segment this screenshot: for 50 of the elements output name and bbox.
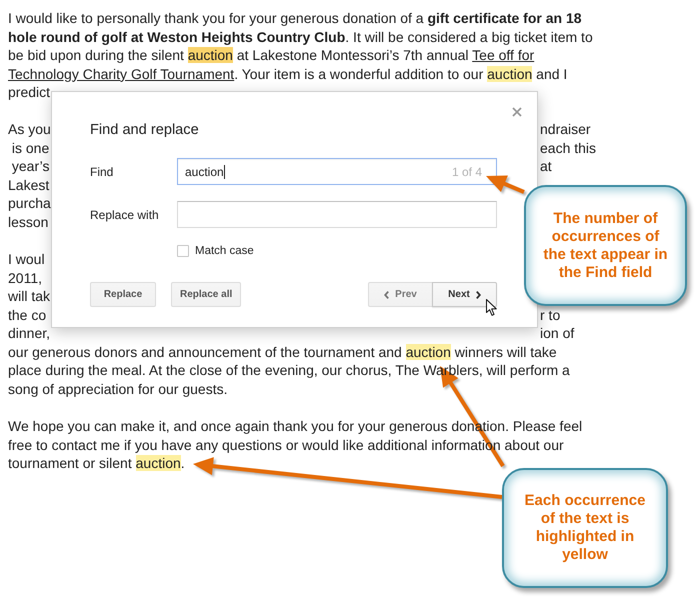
text-line: I woul [8, 250, 45, 269]
text-line: at [540, 157, 552, 176]
chevron-left-icon [384, 290, 390, 298]
field-label: Replace with [90, 208, 159, 222]
search-match-highlight: auction [487, 66, 532, 82]
match-count: 1 of 4 [452, 164, 482, 178]
text-line: I would like to personally thank you for your generous donation of a gift certificate for an 18 [8, 9, 582, 28]
search-match-highlight: auction [406, 344, 451, 360]
text-line: predict [8, 83, 50, 102]
callout: Each occurrence of the text is highlighted in yellow [502, 468, 668, 588]
callout: The number of occurrences of the text appear in the Find field [524, 185, 687, 306]
text-line: dinner, [8, 324, 50, 343]
text-line: ndraiser [540, 120, 591, 139]
text-line: 2011, [8, 268, 42, 288]
search-match-highlight: auction [136, 455, 181, 472]
checkbox[interactable] [177, 245, 189, 257]
mouse-pointer-icon [486, 299, 497, 316]
text-line: Lakest [8, 176, 50, 194]
text-cursor-icon [224, 164, 225, 178]
link[interactable]: Technology Charity Golf Tournament [8, 66, 234, 82]
chevron-right-icon [476, 290, 481, 298]
close-icon[interactable] [512, 107, 522, 117]
action-button[interactable]: Replace [90, 282, 156, 307]
text-line: song of appreciation for our guests. [8, 380, 228, 398]
search-match-highlight: auction [188, 47, 233, 64]
text-line: the co [8, 306, 46, 324]
previous-button[interactable]: Prev [368, 282, 433, 307]
action-button[interactable]: Replace all [171, 282, 242, 307]
text-line: hole round of golf at Weston Heights Country Club. It will be considered a big ticket item to [8, 28, 593, 46]
dialog-title: Find and replace [90, 121, 199, 140]
text-line: lesson [8, 213, 48, 232]
field-label: Find [90, 164, 114, 178]
link[interactable]: Tee off for [472, 47, 534, 64]
text-line: purcha [8, 194, 51, 214]
checkbox-label: Match case [195, 245, 254, 257]
text-line: our generous donors and announcement of the tournament and auction winners will take [8, 342, 557, 362]
text-line: is one [10, 138, 50, 158]
text-line: each this [540, 138, 596, 158]
text-line: year’s [10, 157, 50, 176]
next-button[interactable]: Next [432, 282, 497, 307]
text-line: ion of [540, 324, 574, 343]
text-line: As you [8, 120, 51, 139]
text-line: Technology Charity Golf Tournament. Your item is a wonderful addition to our auction and I [8, 64, 568, 84]
text-input[interactable]: auction 1 of 4 [177, 158, 497, 185]
text-line: tournament or silent auction. [8, 454, 185, 473]
text-input[interactable] [177, 201, 497, 228]
text-line: will tak [8, 287, 50, 306]
text-line: be bid upon during the silent auction at Lakestone Montessori’s 7th annual Tee off for [8, 46, 534, 65]
text-line: r to [540, 306, 560, 324]
callout-arrow [486, 175, 525, 194]
